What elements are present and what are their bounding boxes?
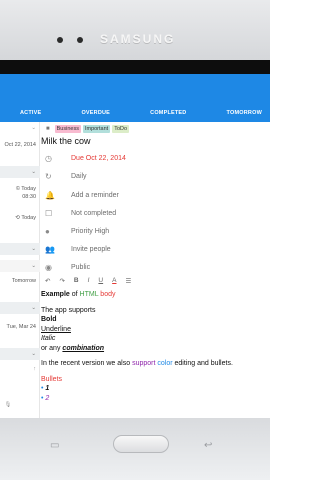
invite-field[interactable]: 👥 Invite people [45,241,265,257]
chevron-down-icon[interactable]: ⌄ [0,125,40,135]
list-item-time: 08:30 [22,194,36,200]
editor-line-bullets: Bullets [41,375,63,383]
list-item[interactable]: Tomorrow [0,278,40,284]
or-any-text: or any [41,344,61,352]
rich-text-editor[interactable]: Example of HTML body The app supports Bo… [41,290,267,403]
reminder-label: Add a reminder [71,191,119,199]
italic-button[interactable]: I [88,277,90,285]
task-title[interactable]: Milk the cow [41,136,91,146]
people-icon: 👥 [45,244,55,254]
of-word: of [71,291,78,298]
example-word: Example [41,291,70,298]
chevron-down-icon[interactable]: ⌄ [0,260,40,272]
list-item[interactable]: ⟲ Today [0,215,40,221]
list-item[interactable]: © Today [0,186,40,192]
color-word: color [157,360,173,367]
home-button[interactable] [113,435,169,453]
recent-prefix: In the recent version we also [41,360,131,367]
tag-business[interactable]: Business [54,125,81,133]
reminder-field[interactable]: 🔔 Add a reminder [45,187,265,203]
chevron-down-icon[interactable]: ⌄ [0,302,40,314]
screen: ACTIVE OVERDUE COMPLETED TOMORROW ⌄ Oct … [0,60,270,418]
bullet-text: 2 [45,394,50,402]
eye-icon: ◉ [45,262,52,272]
editor-line-underline: Underline [41,325,71,333]
visibility-label: Public [71,263,91,271]
tab-completed[interactable]: COMPLETED [150,110,186,116]
editor-line-example: Example of HTML body [41,290,267,300]
clock-icon: ◷ [45,153,52,163]
due-date-field[interactable]: ◷ Due Oct 22, 2014 [45,150,265,166]
tag-row: ■ Business Important ToDo [46,125,130,133]
priority-label: Priority High [71,227,110,235]
completed-field[interactable]: ☐ Not completed [45,205,265,221]
tag-important[interactable]: Important [82,125,111,133]
bullet-item: • 1 [41,384,267,394]
arrow-up-icon: ↑ [33,366,36,372]
tab-active[interactable]: ACTIVE [20,110,41,116]
chevron-down-icon[interactable]: ⌄ [0,348,40,360]
due-date-label: Due Oct 22, 2014 [71,154,126,162]
list-item[interactable]: Oct 22, 2014 [0,142,40,148]
support-word: support [132,360,156,367]
body-word: body [100,291,116,298]
html-word: HTML [79,291,99,298]
recent-suffix: editing and bullets. [174,360,233,367]
chevron-down-icon[interactable]: ⌄ [0,166,40,178]
bullets-icon[interactable]: ☰ [125,277,131,285]
checkbox-icon[interactable]: ☐ [45,209,63,218]
tag-todo[interactable]: ToDo [112,125,130,133]
tab-bar: ACTIVE OVERDUE COMPLETED TOMORROW [0,104,270,122]
sensor-dot [57,37,63,43]
invite-label: Invite people [71,245,111,253]
repeat-field[interactable]: ↻ Daily [45,168,265,184]
redo-icon[interactable]: ↷ [59,277,64,285]
undo-icon[interactable]: ↶ [45,277,50,285]
visibility-field[interactable]: ◉ Public [45,259,265,275]
back-icon[interactable]: ↩ [204,440,212,451]
format-toolbar: ↶ ↷ B I U A ☰ [45,277,131,285]
completed-label: Not completed [71,209,117,217]
editor-line-bold: Bold [41,316,57,323]
combination-word: combination [62,344,105,352]
editor-line-combination: or any combination [41,344,267,354]
underline-button[interactable]: U [98,277,103,285]
status-bar [0,60,270,74]
editor-line-recent: In the recent version we also support co… [41,359,267,369]
recent-apps-icon[interactable]: ▭ [50,440,59,451]
brand-logo: SAMSUNG [100,32,176,46]
priority-field[interactable]: ● Priority High [45,223,265,239]
repeat-icon: ↻ [45,171,52,181]
bell-icon: 🔔 [45,190,55,200]
device-top-bezel: SAMSUNG [0,0,270,60]
tab-tomorrow[interactable]: TOMORROW [227,110,262,116]
list-item[interactable]: Tue, Mar 24 [0,324,40,330]
task-list: ⌄ Oct 22, 2014 ⌄ © Today 08:30 ⟲ Today ⌄… [0,122,40,418]
editor-line-italic: Italic [41,335,56,342]
chevron-down-icon[interactable]: ⌄ [0,243,40,255]
task-detail: ■ Business Important ToDo Milk the cow ◷… [41,122,270,418]
bold-button[interactable]: B [74,277,79,285]
tab-overdue[interactable]: OVERDUE [81,110,110,116]
bullet-item: • 2 [41,394,267,404]
microphone-icon[interactable]: 🎙 [0,402,30,408]
priority-icon: ● [45,226,50,236]
text-color-button[interactable]: A [112,277,116,285]
bullet-text: 1 [45,385,50,392]
tag-icon: ■ [46,126,50,132]
editor-line-supports: The app supports [41,306,96,314]
app-bar [0,74,270,104]
camera-icon [77,37,83,43]
repeat-label: Daily [71,172,87,180]
